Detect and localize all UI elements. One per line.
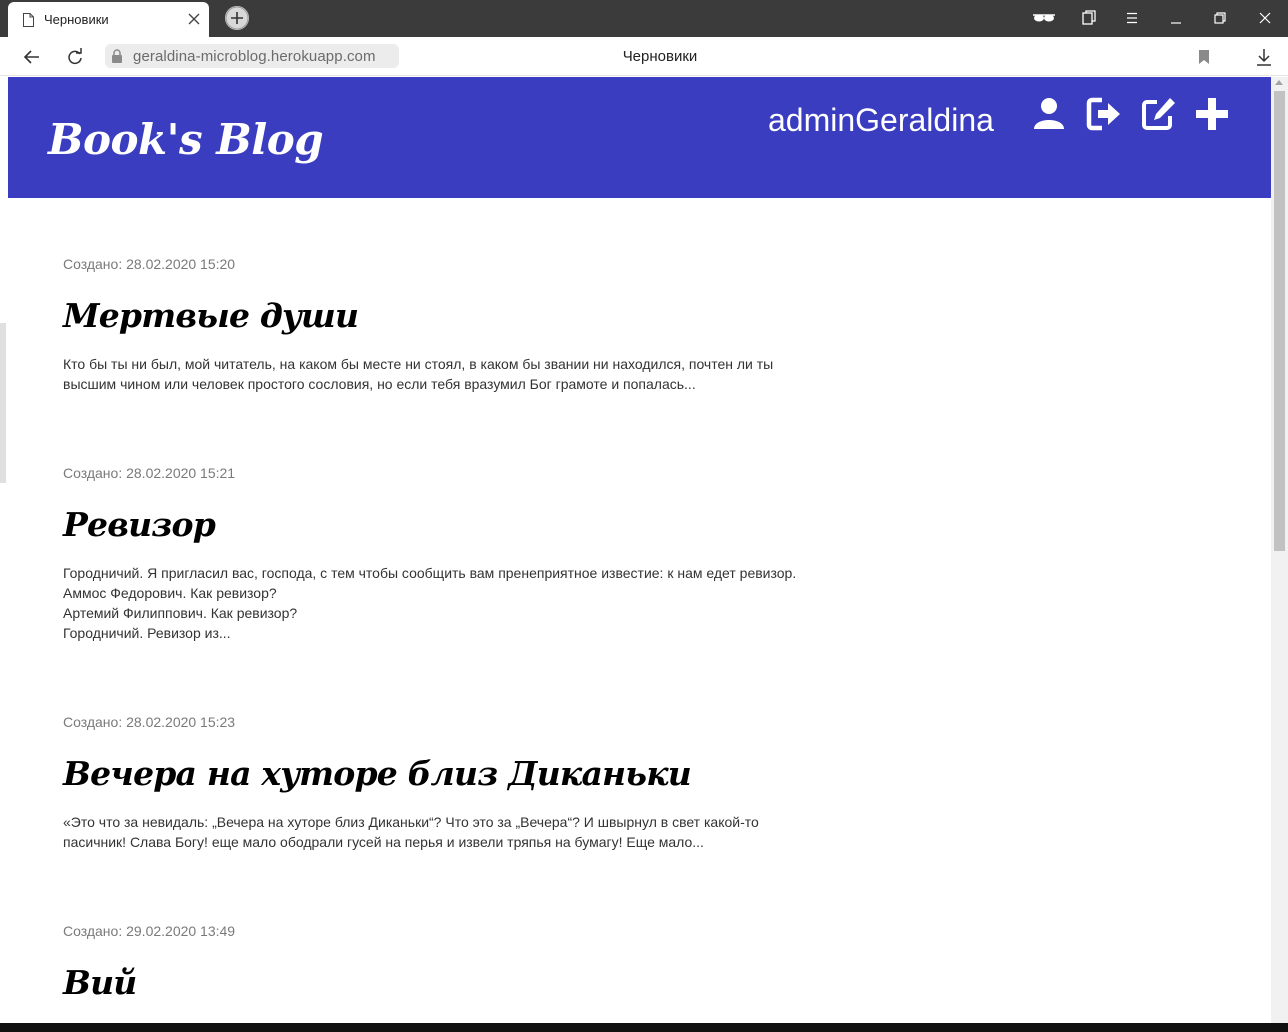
post-date: Создано: 28.02.2020 15:21 [63, 465, 236, 481]
post-title[interactable]: Мертвые души [63, 296, 359, 335]
post-title[interactable]: Вечера на хуторе близ Диканьки [63, 754, 692, 793]
site-header: Book's Blog adminGeraldina [8, 77, 1271, 198]
brand-logo[interactable]: Book's Blog [48, 115, 324, 164]
post-date: Создано: 29.02.2020 13:49 [63, 923, 236, 939]
excerpt-line: пасичник! Слава Богу! еще мало ободрали … [63, 834, 704, 850]
url-field[interactable]: geraldina-microblog.herokuapp.com [105, 44, 399, 68]
edit-icon[interactable] [1139, 95, 1177, 133]
username: adminGeraldina [768, 102, 994, 138]
left-edge [0, 77, 8, 1023]
arrow-left-icon[interactable] [20, 45, 44, 69]
close-icon[interactable] [184, 9, 204, 29]
bookmark-icon[interactable] [1192, 45, 1216, 69]
lock-icon [112, 49, 122, 63]
new-tab-plus-icon[interactable] [225, 6, 249, 30]
excerpt-line: Кто бы ты ни был, мой читатель, на каком… [63, 356, 774, 372]
scrollbar-thumb[interactable] [1274, 91, 1285, 551]
excerpt-line: Аммос Федорович. Как ревизор? [63, 585, 277, 601]
post-date: Создано: 28.02.2020 15:20 [63, 256, 236, 272]
url-text: geraldina-microblog.herokuapp.com [133, 48, 376, 65]
post-excerpt: Городничий. Я пригласил вас, господа, с … [63, 563, 813, 643]
browser-titlebar: Черновики [0, 0, 1288, 37]
reload-icon[interactable] [63, 45, 87, 69]
post-date: Создано: 28.02.2020 15:23 [63, 714, 236, 730]
excerpt-line: «Это что за невидаль: „Вечера на хуторе … [63, 814, 759, 830]
excerpt-line: Городничий. Я пригласил вас, господа, с … [63, 565, 797, 581]
tab-active[interactable]: Черновики [8, 2, 209, 37]
user-icon[interactable] [1030, 95, 1068, 133]
page-viewport: Book's Blog adminGeraldina Создано: 28.0… [0, 77, 1288, 1023]
glasses-icon[interactable] [1031, 6, 1057, 30]
download-icon[interactable] [1252, 45, 1276, 69]
excerpt-line: Артемий Филиппович. Как ревизор? [63, 605, 298, 621]
page-icon [23, 13, 34, 27]
address-bar: geraldina-microblog.herokuapp.com Чернов… [0, 37, 1288, 76]
page-title: Черновики [622, 48, 698, 65]
hamburger-icon[interactable] [1119, 6, 1145, 30]
post-excerpt: Кто бы ты ни был, мой читатель, на каком… [63, 354, 813, 394]
taskbar-edge [0, 1023, 1288, 1032]
excerpt-line: высшим чином или человек простого сослов… [63, 376, 696, 392]
tabs-icon[interactable] [1076, 6, 1102, 30]
close-icon[interactable] [1252, 6, 1278, 30]
minimize-icon[interactable] [1163, 6, 1189, 30]
plus-icon[interactable] [1193, 95, 1231, 133]
post-title[interactable]: Ревизор [63, 505, 216, 544]
post-excerpt: «Это что за невидаль: „Вечера на хуторе … [63, 812, 813, 852]
logout-icon[interactable] [1086, 95, 1124, 133]
excerpt-line: Городничий. Ревизор из... [63, 625, 231, 641]
tab-title: Черновики [44, 12, 109, 27]
restore-icon[interactable] [1207, 6, 1233, 30]
scroll-up-arrow-icon[interactable] [1275, 80, 1283, 85]
post-title[interactable]: Вий [63, 963, 137, 1002]
vertical-scrollbar[interactable] [1271, 77, 1288, 1023]
